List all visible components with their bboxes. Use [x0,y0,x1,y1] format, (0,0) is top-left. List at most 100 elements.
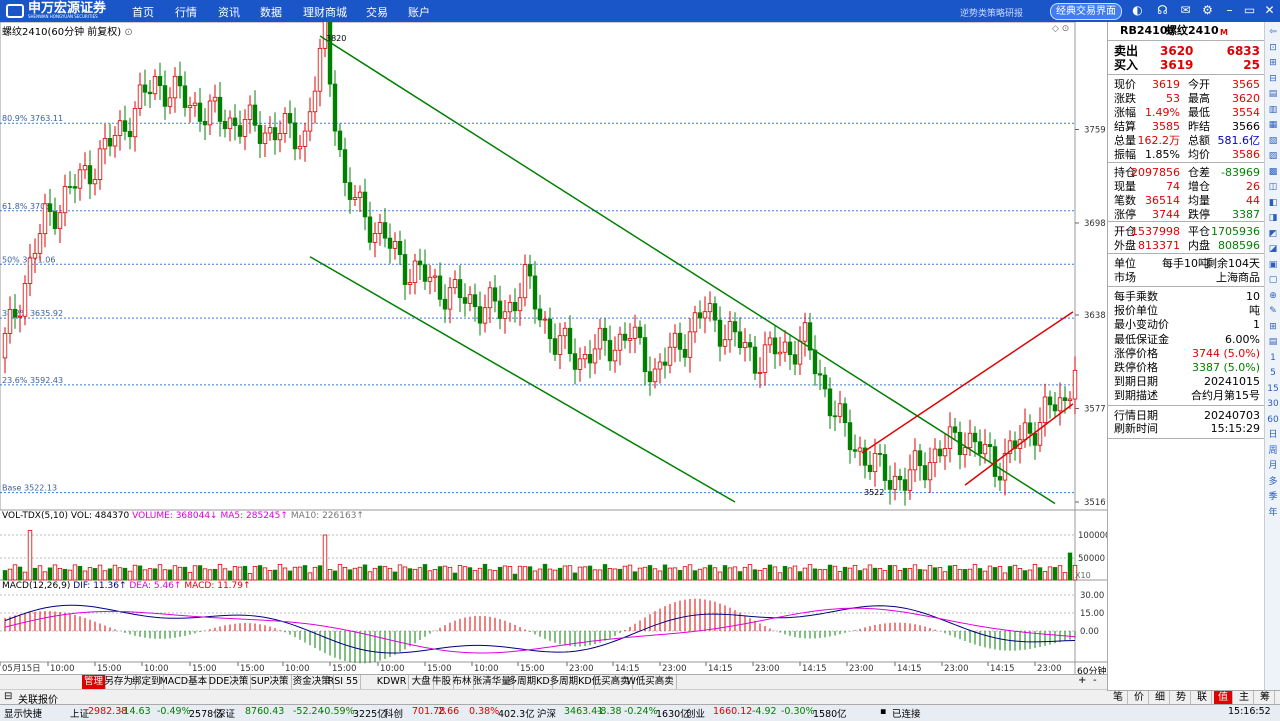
indicator-tab[interactable]: SUP决策 [249,675,292,689]
mini-tab[interactable]: 值 [1214,691,1233,705]
candle-down [497,300,503,319]
period-60min[interactable]: 60 [1267,414,1279,426]
volume-bar-up [192,565,198,581]
classic-trade-button[interactable]: 经典交易界面 [1050,3,1122,20]
skin-icon[interactable]: ◐ [1130,3,1145,18]
show-shortcut-button[interactable]: 显示快捷 [4,706,42,720]
lower-trend-line[interactable] [309,256,736,503]
quote-label: 增仓 [1188,180,1210,193]
period-year[interactable]: 年 [1267,507,1279,519]
expand-icon[interactable]: ⊟ [4,691,12,702]
indicator-tab[interactable]: MACD基本 [158,675,211,689]
mini-tab[interactable]: 价 [1130,691,1149,705]
right-icon[interactable]: ◨ [1267,212,1279,224]
period-week[interactable]: 周 [1267,445,1279,457]
nav-trade[interactable]: 交易 [366,4,388,20]
dock-icon[interactable]: ◫ [1267,181,1279,193]
nav-home[interactable]: 首页 [132,4,154,20]
volume-bar-up [327,569,333,581]
volume-bar-up [297,566,303,581]
settings-small-icon[interactable]: ⊙ [124,27,132,38]
nav-account[interactable]: 账户 [408,4,430,20]
restore-icon[interactable]: ▭ [1242,3,1257,18]
remaining-days: 剩余104天 [1206,257,1260,270]
indicator-tab[interactable]: KDWR [375,675,410,689]
volume-bar-up [552,569,558,581]
period-month[interactable]: 月 [1267,460,1279,472]
settings-icon[interactable]: ⚙ [1200,3,1215,18]
candle-down [827,388,833,417]
grid2-icon[interactable]: ⊞ [1267,321,1279,333]
period-15min[interactable]: 15 [1267,383,1279,395]
period-day[interactable]: 日 [1267,429,1279,441]
scroll-banner[interactable]: 逆势类策略研报 [960,6,1023,19]
left-icon[interactable]: ◧ [1267,197,1279,209]
chart-nav-icons[interactable]: ◇ ⊙ [1052,24,1069,34]
indicator-tab[interactable]: 多周期KD [548,675,595,689]
mini-tab[interactable]: 势 [1172,691,1191,705]
close-icon[interactable]: ✕ [1262,3,1277,18]
mail-icon[interactable]: ✉ [1178,3,1193,18]
chart-area[interactable]: 80.9% 3763.1161.8% 370650% 3671.0638.2% … [0,22,1107,674]
period-5min[interactable]: 5 [1267,367,1279,379]
indicator-tab[interactable]: 多周期KD [506,675,553,689]
mini-tab[interactable]: 联 [1193,691,1212,705]
period-multi[interactable]: 多 [1267,476,1279,488]
list-icon[interactable]: ▤ [1267,88,1279,100]
mini-tab[interactable]: 主 [1235,691,1254,705]
quote-value: 3619 [1152,78,1180,91]
indicator-tab[interactable]: RSI 55 [326,675,362,689]
period-quarter[interactable]: 季 [1267,491,1279,503]
list2-icon[interactable]: ▤ [1267,336,1279,348]
volume-bar-up [892,565,898,581]
headset-icon[interactable]: ☊ [1155,3,1170,18]
bottom-icon[interactable]: ◪ [1267,243,1279,255]
volume-bar-up [357,566,363,581]
indicator-tab[interactable]: W低买高卖 [624,675,677,689]
chart-icon[interactable]: ▦ [1267,119,1279,131]
candle-down [997,476,1003,481]
period-30min[interactable]: 30 [1267,398,1279,410]
candle-down [332,83,338,132]
window-icon[interactable]: ▩ [1267,166,1279,178]
grid-icon[interactable]: ⊞ [1267,57,1279,69]
volume-bar-down [782,565,788,581]
table-icon[interactable]: ▧ [1267,135,1279,147]
nav-data[interactable]: 数据 [260,4,282,20]
mini-tab[interactable]: 筹 [1256,691,1275,705]
quote-value: 3585 [1152,120,1180,133]
fibonacci-levels: 80.9% 3763.1161.8% 370650% 3671.0638.2% … [0,114,1075,494]
mini-tab[interactable]: 细 [1151,691,1170,705]
candle-down [127,130,133,138]
candle-up [692,312,698,333]
candle-up [297,146,303,150]
buy-price[interactable]: 3619 [1160,58,1193,72]
add-tab-icon[interactable]: + [1078,675,1086,686]
crosshair-icon[interactable]: ⊕ [1267,290,1279,302]
back-icon[interactable]: ⇦ [1267,26,1279,38]
quote-value: 1537998 [1131,225,1180,238]
mini-tab[interactable]: 笔 [1109,691,1128,705]
sell-price[interactable]: 3620 [1160,44,1193,58]
nav-market[interactable]: 行情 [175,4,197,20]
panel-icon[interactable]: ⊡ [1267,42,1279,54]
time-axis-label: 10:00 [144,664,169,674]
remove-tab-icon[interactable]: - [1093,675,1097,686]
volume-bar-up [342,566,348,581]
top-icon[interactable]: ◩ [1267,228,1279,240]
volume-bar-up [82,570,88,581]
minus-icon[interactable]: ⊟ [1267,73,1279,85]
split-icon[interactable]: ▨ [1267,150,1279,162]
frame-icon[interactable]: ▢ [1267,274,1279,286]
nav-mall[interactable]: 理财商城 [303,4,347,20]
candle-down [897,475,903,481]
indicator-tab[interactable]: DDE决策 [207,675,252,689]
draw-icon[interactable]: ✎ [1267,305,1279,317]
layout-icon[interactable]: ▥ [1267,104,1279,116]
box-icon[interactable]: ▣ [1267,259,1279,271]
period-1min[interactable]: 1 [1267,352,1279,364]
minimize-icon[interactable]: – [1222,3,1237,18]
volume-bar-up [447,566,453,581]
volume-bar-down [137,565,143,581]
nav-news[interactable]: 资讯 [218,4,240,20]
